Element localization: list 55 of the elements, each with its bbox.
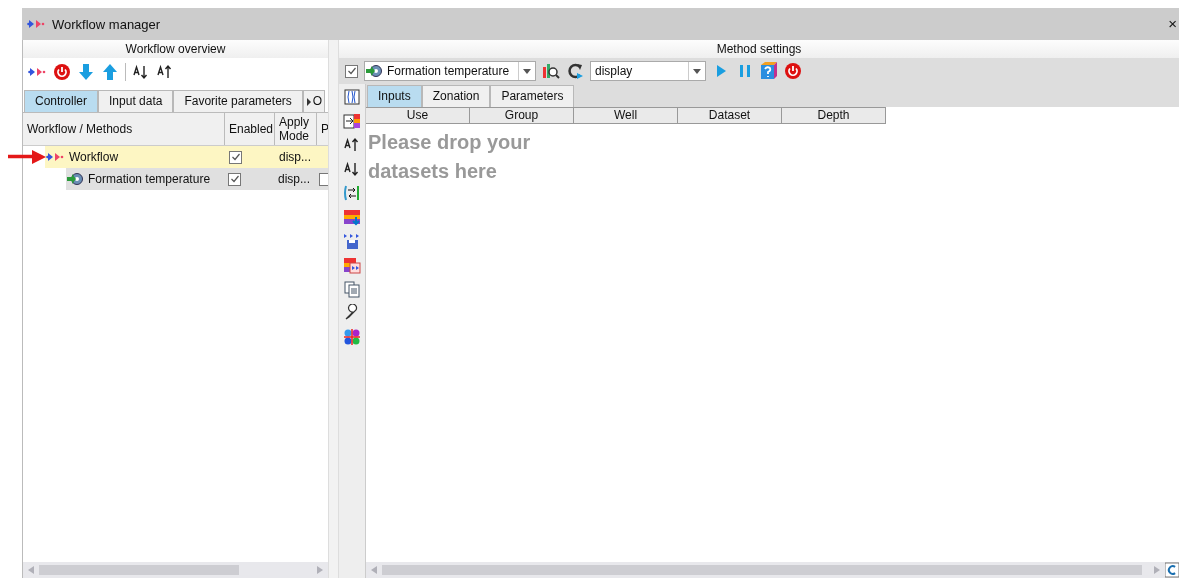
refresh-icon[interactable]: [1165, 562, 1179, 578]
pointer-arrow: [8, 150, 46, 164]
column-header[interactable]: Apply Mode: [275, 113, 317, 145]
up-arrow-icon[interactable]: [101, 63, 119, 81]
mode-cell: disp...: [279, 150, 311, 164]
column-header[interactable]: Use: [366, 107, 470, 124]
columns-icon[interactable]: [343, 88, 361, 106]
tab-icon: [305, 97, 311, 106]
power-icon[interactable]: [53, 63, 71, 81]
dots-grid-icon[interactable]: [343, 328, 361, 346]
method-dropdown[interactable]: Formation temperature: [364, 61, 536, 81]
mode-cell: disp...: [278, 172, 310, 186]
checkbox[interactable]: [319, 172, 328, 186]
tab[interactable]: Zonation: [421, 85, 491, 107]
tree-item[interactable]: Formation temperature: [66, 168, 224, 190]
sort-ascending-icon[interactable]: [343, 160, 361, 178]
checkbox[interactable]: [229, 150, 242, 164]
panel-title: Workflow overview: [23, 40, 328, 58]
sort-descending-icon[interactable]: [156, 63, 174, 81]
column-header[interactable]: Enabled: [225, 113, 275, 145]
refresh-icon[interactable]: [566, 62, 584, 80]
sort-ascending-icon[interactable]: [132, 63, 150, 81]
column-header[interactable]: Workflow / Methods: [23, 113, 225, 145]
tab[interactable]: Parameters: [490, 85, 575, 107]
sort-descending-icon[interactable]: [343, 136, 361, 154]
layers-icon[interactable]: [343, 256, 361, 274]
tab[interactable]: Input data: [98, 90, 174, 112]
panel-title: Method settings: [339, 40, 1179, 58]
tab[interactable]: Favorite parameters: [173, 90, 303, 112]
dropdown-icon[interactable]: [693, 68, 701, 74]
column-header[interactable]: P: [317, 113, 328, 145]
checkbox[interactable]: [228, 172, 241, 186]
import-icon[interactable]: [343, 112, 361, 130]
window-title: Workflow manager: [52, 16, 161, 32]
drop-hint: Please drop your datasets here: [367, 130, 532, 184]
column-header[interactable]: Depth: [782, 107, 886, 124]
tree-item[interactable]: Workflow: [45, 146, 225, 168]
tab[interactable]: O: [302, 90, 326, 112]
column-header[interactable]: Group: [470, 107, 574, 124]
help-icon[interactable]: [760, 62, 778, 80]
close-button[interactable]: ×: [1168, 15, 1177, 32]
copy-icon[interactable]: [343, 280, 361, 298]
down-arrow-icon[interactable]: [77, 63, 95, 81]
column-header[interactable]: Well: [574, 107, 678, 124]
tab[interactable]: Inputs: [367, 85, 422, 107]
tab[interactable]: Controller: [24, 90, 99, 112]
dropdown-icon[interactable]: [523, 68, 531, 74]
chart-search-icon[interactable]: [542, 62, 560, 80]
layers-download-icon[interactable]: [343, 208, 361, 226]
column-header[interactable]: Dataset: [678, 107, 782, 124]
save-icon[interactable]: [343, 232, 361, 250]
mode-dropdown[interactable]: display: [590, 61, 706, 81]
swap-icon[interactable]: [343, 184, 361, 202]
checkbox[interactable]: [345, 64, 358, 78]
power-icon[interactable]: [784, 62, 802, 80]
